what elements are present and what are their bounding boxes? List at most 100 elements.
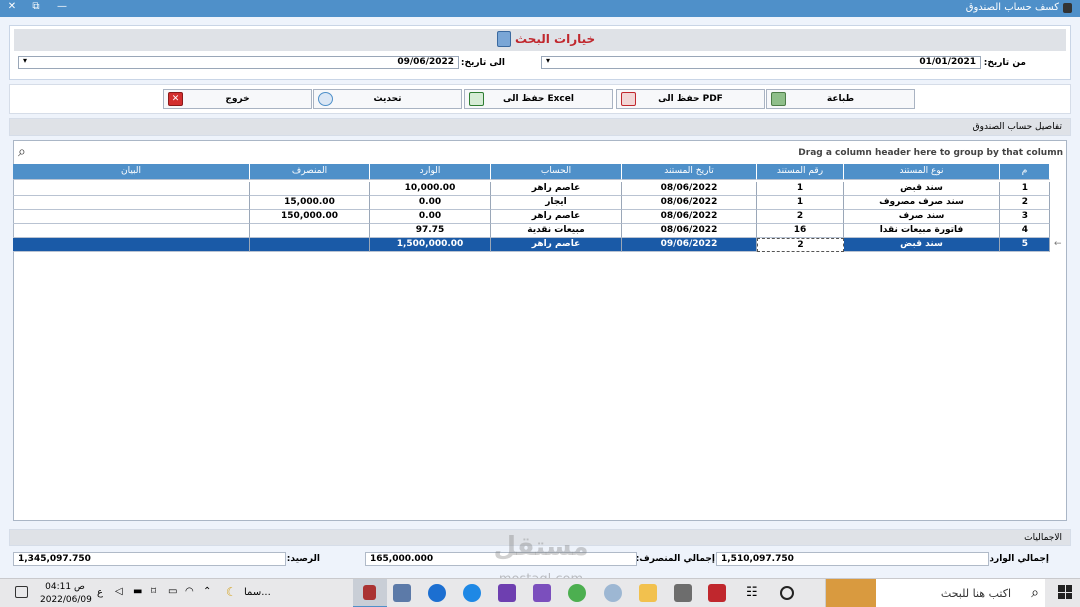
chevron-down-icon[interactable]: ▾ xyxy=(23,56,27,65)
column-header-num[interactable]: م xyxy=(1000,164,1050,180)
column-header-doc-type[interactable]: نوع المستند xyxy=(844,164,1000,180)
tools-icon[interactable] xyxy=(674,584,692,602)
cell-outgoing[interactable]: 150,000.00 xyxy=(250,210,370,224)
visual-studio-icon[interactable] xyxy=(533,584,551,602)
refresh-button[interactable]: تحديث xyxy=(313,89,462,109)
cell-doc-no[interactable]: 1 xyxy=(757,196,844,210)
cell-doc-date[interactable]: 08/06/2022 xyxy=(622,182,757,196)
cell-doc-type[interactable]: سند قبض xyxy=(844,238,1000,252)
cell-outgoing[interactable]: 15,000.00 xyxy=(250,196,370,210)
chevron-up-icon[interactable]: ⌃ xyxy=(203,586,211,597)
cell-incoming[interactable]: 97.75 xyxy=(370,224,491,238)
cell-doc-date[interactable]: 08/06/2022 xyxy=(622,224,757,238)
cell-num[interactable]: 4 xyxy=(1000,224,1050,238)
calculator-icon[interactable] xyxy=(393,584,411,602)
save-pdf-button-label: حفظ الى PDF xyxy=(658,94,723,104)
task-view-icon[interactable] xyxy=(780,586,794,600)
cell-num[interactable]: 2 xyxy=(1000,196,1050,210)
app-globe-icon[interactable] xyxy=(604,584,622,602)
search-icon[interactable]: ⌕ xyxy=(18,144,26,160)
cell-doc-type[interactable]: سند قبض xyxy=(844,182,1000,196)
notifications-icon[interactable] xyxy=(15,586,28,598)
active-app-button[interactable] xyxy=(353,579,387,607)
print-button[interactable]: طباعة xyxy=(766,89,915,109)
cell-incoming[interactable]: 1,500,000.00 xyxy=(370,238,491,252)
chrome-icon[interactable] xyxy=(568,584,586,602)
moon-icon[interactable]: ☾ xyxy=(226,585,237,599)
cell-outgoing[interactable] xyxy=(250,224,370,238)
device-icon[interactable]: ▭ xyxy=(168,586,177,597)
table-row-selected[interactable]: 5 سند قبض 2 09/06/2022 عاصم راهر 1,500,0… xyxy=(13,238,1050,252)
to-date-value: 09/06/2022 xyxy=(397,57,454,67)
table-row[interactable]: 4 فاتورة مبيعات نقدا 16 08/06/2022 مبيعا… xyxy=(13,224,1050,238)
save-excel-button-label: حفظ الى Excel xyxy=(503,94,574,104)
language-indicator[interactable]: ع xyxy=(97,587,103,598)
cell-num[interactable]: 5 xyxy=(1000,238,1050,252)
balance-field: 1,345,097.750 xyxy=(13,552,286,566)
cell-statement[interactable] xyxy=(13,210,250,224)
visual-studio-2-icon[interactable] xyxy=(498,584,516,602)
save-pdf-button[interactable]: حفظ الى PDF xyxy=(616,89,765,109)
cell-doc-type[interactable]: فاتورة مبيعات نقدا xyxy=(844,224,1000,238)
chevron-down-icon[interactable]: ▾ xyxy=(546,56,550,65)
table-row[interactable]: 3 سند صرف 2 08/06/2022 عاصم راهر 0.00 15… xyxy=(13,210,1050,224)
weather-text[interactable]: سما... xyxy=(244,587,271,598)
table-row[interactable]: 2 سند صرف مصروف 1 08/06/2022 ايجار 0.00 … xyxy=(13,196,1050,210)
cell-doc-no[interactable]: 1 xyxy=(757,182,844,196)
column-header-outgoing[interactable]: المنصرف xyxy=(250,164,370,180)
cell-num[interactable]: 1 xyxy=(1000,182,1050,196)
cell-outgoing[interactable] xyxy=(250,182,370,196)
cell-doc-no[interactable]: 2 xyxy=(757,210,844,224)
clock-date[interactable]: 2022/06/09 xyxy=(40,595,92,605)
minimize-icon[interactable]: — xyxy=(55,1,69,12)
to-date-picker[interactable]: 09/06/2022 ▾ xyxy=(18,56,459,69)
search-box[interactable]: ⌕ اكتب هنا للبحث xyxy=(825,579,1045,607)
file-explorer-icon[interactable] xyxy=(639,584,657,602)
cell-doc-type[interactable]: سند صرف مصروف xyxy=(844,196,1000,210)
close-icon[interactable]: ✕ xyxy=(5,1,19,12)
cell-account[interactable]: عاصم راهر xyxy=(491,210,622,224)
column-header-statement[interactable]: البيان xyxy=(13,164,250,180)
save-excel-button[interactable]: حفظ الى Excel xyxy=(464,89,613,109)
cell-doc-type[interactable]: سند صرف xyxy=(844,210,1000,224)
cell-account[interactable]: مبيعات نقدية xyxy=(491,224,622,238)
balance-label: الرصيد: xyxy=(286,554,320,564)
table-row[interactable]: 1 سند قبض 1 08/06/2022 عاصم راهر 10,000.… xyxy=(13,182,1050,196)
cell-outgoing[interactable] xyxy=(250,238,370,252)
column-header-account[interactable]: الحساب xyxy=(491,164,622,180)
volume-icon[interactable]: ◁ xyxy=(115,586,123,597)
column-header-doc-no[interactable]: رقم المستند xyxy=(757,164,844,180)
app-presentation-icon[interactable] xyxy=(708,584,726,602)
battery-icon[interactable]: ▬ xyxy=(133,586,142,597)
cell-doc-no[interactable]: 16 xyxy=(757,224,844,238)
restore-icon[interactable]: ⧉ xyxy=(29,1,43,12)
cell-statement[interactable] xyxy=(13,182,250,196)
column-header-incoming[interactable]: الوارد xyxy=(370,164,491,180)
teamviewer-icon[interactable] xyxy=(428,584,446,602)
start-button[interactable] xyxy=(1058,585,1072,599)
cell-statement[interactable] xyxy=(13,224,250,238)
clock-time[interactable]: 04:11 ص xyxy=(44,582,86,592)
cell-doc-no-focused[interactable]: 2 xyxy=(757,238,844,252)
wifi-icon[interactable]: ◠ xyxy=(185,586,194,597)
from-date-picker[interactable]: 01/01/2021 ▾ xyxy=(541,56,981,69)
widgets-icon[interactable]: ☷ xyxy=(746,585,764,603)
cell-doc-date[interactable]: 08/06/2022 xyxy=(622,210,757,224)
row-indicator-icon: ← xyxy=(1054,239,1062,249)
cell-statement[interactable] xyxy=(13,196,250,210)
cell-doc-date[interactable]: 08/06/2022 xyxy=(622,196,757,210)
window-titlebar: كسف حساب الصندوق ✕ ⧉ — xyxy=(0,0,1080,17)
cell-incoming[interactable]: 0.00 xyxy=(370,196,491,210)
usb-icon[interactable]: ⌑ xyxy=(151,586,156,597)
cell-num[interactable]: 3 xyxy=(1000,210,1050,224)
edge-icon[interactable] xyxy=(463,584,481,602)
cell-incoming[interactable]: 0.00 xyxy=(370,210,491,224)
cell-account[interactable]: ايجار xyxy=(491,196,622,210)
cell-doc-date[interactable]: 09/06/2022 xyxy=(622,238,757,252)
column-header-doc-date[interactable]: تاريخ المستند xyxy=(622,164,757,180)
exit-button[interactable]: ✕ خروج xyxy=(163,89,312,109)
cell-statement[interactable] xyxy=(13,238,250,252)
cell-account[interactable]: عاصم راهر xyxy=(491,238,622,252)
cell-account[interactable]: عاصم راهر xyxy=(491,182,622,196)
cell-incoming[interactable]: 10,000.00 xyxy=(370,182,491,196)
